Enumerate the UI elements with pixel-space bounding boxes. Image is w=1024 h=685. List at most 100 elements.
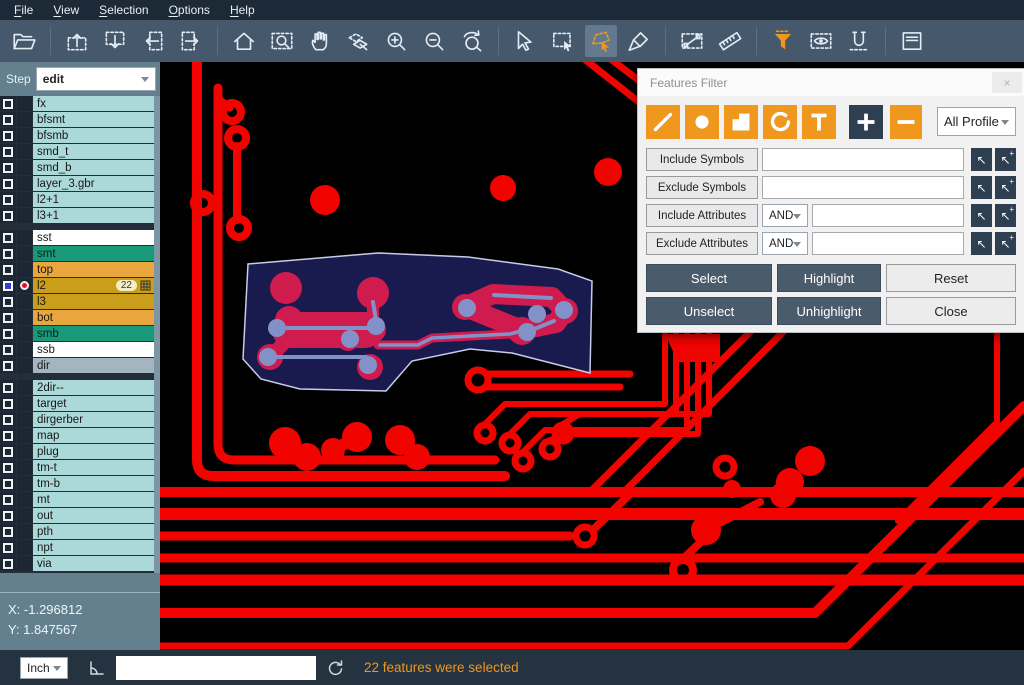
layer-row[interactable]: ssb	[0, 342, 154, 357]
layer-row[interactable]: bfsmt	[0, 112, 154, 127]
layer-row[interactable]: l2+1	[0, 192, 154, 207]
layer-row[interactable]: via	[0, 556, 154, 571]
layer-name-cell[interactable]: plug	[33, 444, 154, 459]
select-button[interactable]: Select	[646, 264, 772, 292]
layer-name-cell[interactable]: 2dir--	[33, 380, 154, 395]
layer-name-cell[interactable]: bot	[33, 310, 154, 325]
dialog-title-bar[interactable]: Features Filter ×	[638, 69, 1024, 96]
snap-magnet-button[interactable]	[843, 25, 875, 57]
layer-name-cell[interactable]: sst	[33, 230, 154, 245]
measure-distance-button[interactable]	[676, 25, 708, 57]
command-input[interactable]	[116, 656, 316, 680]
layer-name-cell[interactable]: npt	[33, 540, 154, 555]
layer-visibility-checkbox[interactable]	[3, 345, 13, 355]
menu-item[interactable]: Selection	[89, 1, 158, 19]
layer-name-cell[interactable]: l2+1	[33, 192, 154, 207]
layer-visibility-checkbox[interactable]	[3, 313, 13, 323]
angle-mode-button[interactable]	[87, 658, 107, 678]
layer-name-cell[interactable]: mt	[33, 492, 154, 507]
layer-row[interactable]: 2dir--	[0, 380, 154, 395]
filter-remove-button[interactable]	[890, 105, 922, 139]
layer-visibility-checkbox[interactable]	[3, 329, 13, 339]
layer-visibility-checkbox[interactable]	[3, 463, 13, 473]
rectangle-select-button[interactable]	[547, 25, 579, 57]
layer-visibility-checkbox[interactable]	[3, 147, 13, 157]
layer-name-cell[interactable]: smd_t	[33, 144, 154, 159]
layer-name-cell[interactable]: smd_b	[33, 160, 154, 175]
layer-row[interactable]: out	[0, 508, 154, 523]
layer-visibility-checkbox[interactable]	[3, 163, 13, 173]
layer-visibility-checkbox[interactable]	[3, 265, 13, 275]
shift-right-button[interactable]	[175, 25, 207, 57]
layer-name-cell[interactable]: smb	[33, 326, 154, 341]
shift-left-button[interactable]	[137, 25, 169, 57]
highlight-button[interactable]: Highlight	[777, 264, 881, 292]
layer-name-cell[interactable]: target	[33, 396, 154, 411]
layer-name-cell[interactable]: bfsmb	[33, 128, 154, 143]
layer-name-cell[interactable]: tm-b	[33, 476, 154, 491]
layer-visibility-checkbox[interactable]	[3, 383, 13, 393]
layer-row[interactable]: l2 22	[0, 278, 154, 293]
layer-visibility-checkbox[interactable]	[3, 211, 13, 221]
pick-symbol-add-button[interactable]: ↖+	[995, 148, 1016, 171]
pick-attribute-add-button[interactable]: ↖+	[995, 232, 1016, 255]
layer-name-cell[interactable]: via	[33, 556, 154, 571]
pick-attribute-button[interactable]: ↖	[971, 204, 992, 227]
menu-item[interactable]: Options	[159, 1, 220, 19]
units-select[interactable]: Inch	[20, 657, 68, 679]
layer-row[interactable]: map	[0, 428, 154, 443]
layer-visibility-checkbox[interactable]	[3, 431, 13, 441]
close-button[interactable]: Close	[886, 297, 1016, 325]
zoom-polygon-button[interactable]	[342, 25, 374, 57]
layer-visibility-checkbox[interactable]	[3, 559, 13, 569]
close-icon[interactable]: ×	[992, 72, 1022, 93]
layer-visibility-checkbox[interactable]	[3, 399, 13, 409]
layer-name-cell[interactable]: bfsmt	[33, 112, 154, 127]
layer-visibility-checkbox[interactable]	[3, 115, 13, 125]
exclude-attributes-input[interactable]	[812, 232, 964, 255]
shift-down-button[interactable]	[99, 25, 131, 57]
menu-item[interactable]: View	[43, 1, 89, 19]
layers-panel-button[interactable]	[896, 25, 928, 57]
exclude-attributes-op-select[interactable]: AND	[762, 232, 808, 255]
layer-name-cell[interactable]: tm-t	[33, 460, 154, 475]
layer-name-cell[interactable]: ssb	[33, 342, 154, 357]
filter-text-button[interactable]	[802, 105, 836, 139]
layer-visibility-checkbox[interactable]	[3, 233, 13, 243]
layer-visibility-checkbox[interactable]	[3, 99, 13, 109]
layer-row[interactable]: smd_t	[0, 144, 154, 159]
layer-row[interactable]: dirgerber	[0, 412, 154, 427]
include-symbols-input[interactable]	[762, 148, 964, 171]
exclude-attributes-button[interactable]: Exclude Attributes	[646, 232, 758, 255]
layer-row[interactable]: smd_b	[0, 160, 154, 175]
layer-name-cell[interactable]: map	[33, 428, 154, 443]
include-symbols-button[interactable]: Include Symbols	[646, 148, 758, 171]
layer-row[interactable]: mt	[0, 492, 154, 507]
profile-select[interactable]: All Profile	[937, 107, 1016, 136]
layer-visibility-checkbox[interactable]	[3, 447, 13, 457]
layer-row[interactable]: tm-b	[0, 476, 154, 491]
layer-visibility-checkbox[interactable]	[3, 415, 13, 425]
layer-visibility-checkbox[interactable]	[3, 179, 13, 189]
layer-row[interactable]: l3+1	[0, 208, 154, 223]
zoom-area-button[interactable]	[266, 25, 298, 57]
layer-row[interactable]: target	[0, 396, 154, 411]
layer-visibility-checkbox[interactable]	[3, 249, 13, 259]
pick-symbol-add-button[interactable]: ↖+	[995, 176, 1016, 199]
pan-hand-button[interactable]	[304, 25, 336, 57]
include-attributes-op-select[interactable]: AND	[762, 204, 808, 227]
layer-name-cell[interactable]: smt	[33, 246, 154, 261]
layer-visibility-checkbox[interactable]	[3, 281, 13, 291]
zoom-previous-button[interactable]	[456, 25, 488, 57]
zoom-out-button[interactable]	[418, 25, 450, 57]
home-view-button[interactable]	[228, 25, 260, 57]
zoom-in-button[interactable]	[380, 25, 412, 57]
filter-add-button[interactable]	[849, 105, 883, 139]
layer-row[interactable]: bfsmb	[0, 128, 154, 143]
layer-visibility-checkbox[interactable]	[3, 361, 13, 371]
layer-row[interactable]: l3	[0, 294, 154, 309]
pick-symbol-button[interactable]: ↖	[971, 176, 992, 199]
layer-name-cell[interactable]: pth	[33, 524, 154, 539]
grid-icon[interactable]	[140, 280, 151, 291]
unselect-button[interactable]: Unselect	[646, 297, 772, 325]
